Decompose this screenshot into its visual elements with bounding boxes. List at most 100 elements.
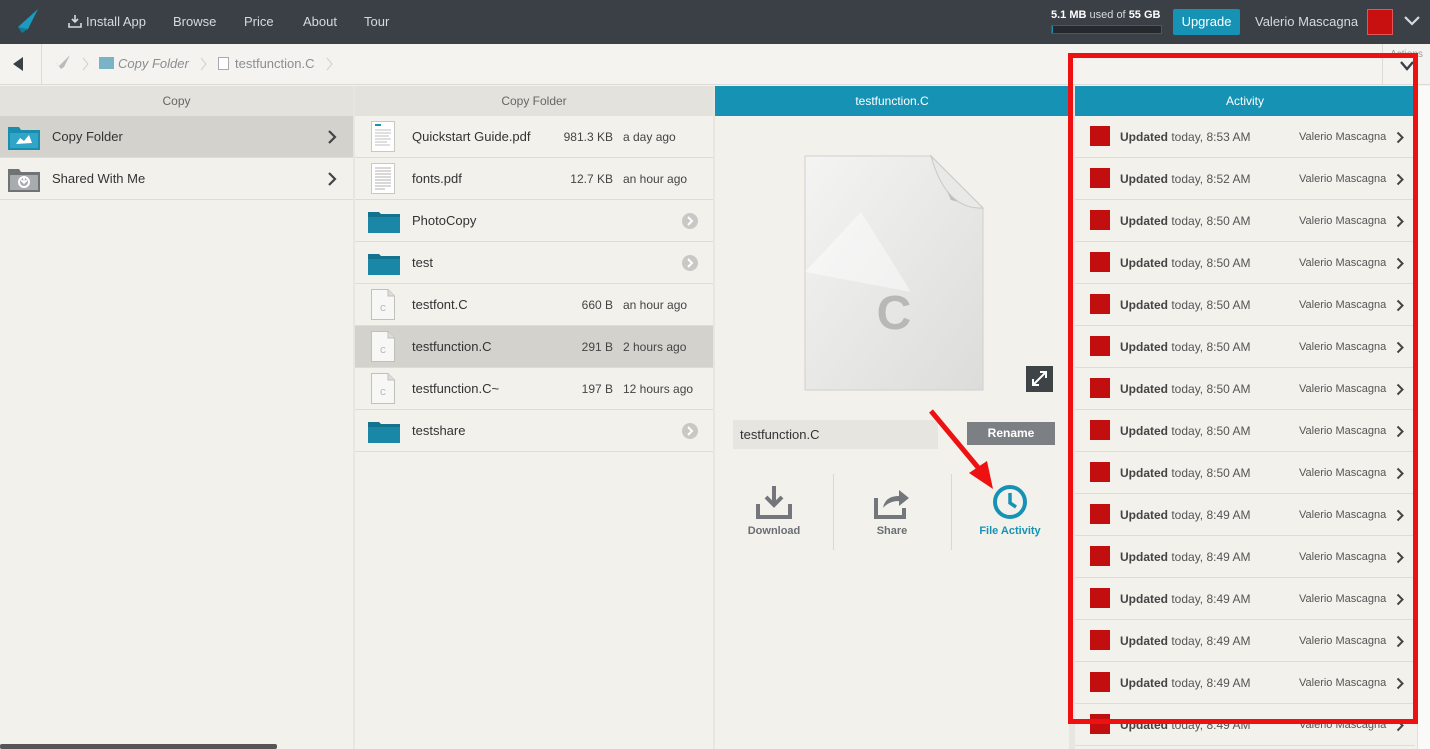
rename-button[interactable]: Rename [967, 422, 1055, 445]
activity-row[interactable]: Updated today, 8:49 AM Valerio Mascagna [1075, 620, 1415, 662]
activity-row[interactable]: Updated today, 8:49 AM Valerio Mascagna [1075, 494, 1415, 536]
file-row[interactable]: C testfont.C 660 B an hour ago [355, 284, 713, 326]
share-button[interactable]: Share [833, 476, 951, 550]
activity-row[interactable]: Updated today, 8:49 AM Valerio Mascagna [1075, 704, 1415, 746]
folder-row[interactable]: PhotoCopy [355, 200, 713, 242]
avatar [1090, 462, 1110, 482]
activity-text: Updated today, 8:49 AM [1120, 578, 1251, 620]
actions-menu-button[interactable]: Actions [1382, 44, 1430, 84]
activity-user: Valerio Mascagna [1299, 257, 1387, 269]
activity-verb: Updated [1120, 634, 1168, 648]
avatar [1090, 504, 1110, 524]
tour-link[interactable]: Tour [364, 0, 389, 44]
activity-verb: Updated [1120, 298, 1168, 312]
clock-icon [993, 485, 1027, 519]
activity-text: Updated today, 8:52 AM [1120, 158, 1251, 200]
copy-folder-list: Quickstart Guide.pdf 981.3 KB a day ago … [355, 116, 713, 452]
chevron-right-icon [1396, 383, 1404, 396]
chevron-right-icon [1396, 341, 1404, 354]
open-folder-arrow-icon[interactable] [682, 423, 698, 439]
folder-row[interactable]: testshare [355, 410, 713, 452]
activity-row[interactable]: Updated today, 8:49 AM Valerio Mascagna [1075, 662, 1415, 704]
column-header-copy-folder: Copy Folder [355, 86, 713, 116]
list-item-label: Copy Folder [52, 129, 123, 144]
file-row[interactable]: Quickstart Guide.pdf 981.3 KB a day ago [355, 116, 713, 158]
activity-row[interactable]: Updated today, 8:50 AM Valerio Mascagna [1075, 326, 1415, 368]
install-app-link[interactable]: Install App [68, 0, 146, 44]
activity-row[interactable]: Updated today, 8:52 AM Valerio Mascagna [1075, 158, 1415, 200]
file-size: 197 B [581, 382, 613, 396]
back-button[interactable] [0, 44, 42, 84]
activity-time: today, 8:49 AM [1171, 676, 1251, 690]
breadcrumb-folder-label: Copy Folder [118, 56, 189, 71]
file-row-selected[interactable]: C testfunction.C 291 B 2 hours ago [355, 326, 713, 368]
breadcrumb-file-label: testfunction.C [235, 56, 315, 71]
chevron-right-icon [1396, 635, 1404, 648]
list-item-shared-with-me[interactable]: Shared With Me [0, 158, 353, 200]
file-row[interactable]: C testfunction.C~ 197 B 12 hours ago [355, 368, 713, 410]
storage-usage: 5.1 MB used of 55 GB [1051, 9, 1163, 34]
crane-logo-icon[interactable] [6, 7, 40, 35]
chevron-down-icon[interactable] [1403, 12, 1421, 30]
avatar [1090, 672, 1110, 692]
storage-total: 55 GB [1128, 9, 1161, 21]
price-link[interactable]: Price [244, 0, 274, 44]
activity-user: Valerio Mascagna [1299, 173, 1387, 185]
activity-time: today, 8:50 AM [1171, 424, 1251, 438]
upgrade-button[interactable]: Upgrade [1173, 9, 1240, 35]
activity-row[interactable]: Updated today, 8:50 AM Valerio Mascagna [1075, 284, 1415, 326]
folder-row[interactable]: test [355, 242, 713, 284]
activity-time: today, 8:52 AM [1171, 172, 1251, 186]
chevron-right-icon [1396, 299, 1404, 312]
activity-time: today, 8:49 AM [1171, 550, 1251, 564]
crane-home-icon[interactable] [53, 54, 71, 72]
activity-verb: Updated [1120, 466, 1168, 480]
open-folder-arrow-icon[interactable] [682, 255, 698, 271]
avatar [1090, 126, 1110, 146]
activity-user: Valerio Mascagna [1299, 719, 1387, 731]
file-activity-button[interactable]: File Activity [951, 476, 1069, 550]
svg-text:C: C [380, 346, 386, 355]
activity-verb: Updated [1120, 676, 1168, 690]
activity-row[interactable]: Updated today, 8:50 AM Valerio Mascagna [1075, 242, 1415, 284]
activity-row[interactable]: Updated today, 8:49 AM Valerio Mascagna [1075, 536, 1415, 578]
about-link[interactable]: About [303, 0, 337, 44]
activity-row[interactable]: Updated today, 8:49 AM Valerio Mascagna [1075, 578, 1415, 620]
horizontal-scrollbar[interactable] [0, 744, 277, 749]
avatar [1090, 168, 1110, 188]
activity-user: Valerio Mascagna [1299, 131, 1387, 143]
activity-verb: Updated [1120, 508, 1168, 522]
activity-row[interactable]: Updated today, 8:50 AM Valerio Mascagna [1075, 368, 1415, 410]
pdf-thumbnail-icon [371, 121, 395, 152]
activity-row[interactable]: Updated today, 8:50 AM Valerio Mascagna [1075, 200, 1415, 242]
breadcrumb-copy-folder[interactable]: Copy Folder [99, 44, 189, 84]
browse-link[interactable]: Browse [173, 0, 216, 44]
file-name-input[interactable] [733, 420, 938, 449]
breadcrumb: Copy Folder testfunction.C Actions [0, 44, 1430, 85]
chevron-right-icon [1396, 467, 1404, 480]
expand-preview-button[interactable] [1026, 366, 1053, 392]
activity-row[interactable]: Updated today, 8:50 AM Valerio Mascagna [1075, 452, 1415, 494]
activity-user: Valerio Mascagna [1299, 677, 1387, 689]
activity-time: today, 8:50 AM [1171, 382, 1251, 396]
storage-progress-fill [1052, 26, 1053, 33]
file-time: 12 hours ago [623, 382, 694, 396]
avatar[interactable] [1367, 9, 1393, 35]
chevron-right-icon [1396, 719, 1404, 732]
share-label: Share [876, 525, 908, 537]
list-item-copy-folder[interactable]: Copy Folder [0, 116, 353, 158]
open-folder-arrow-icon[interactable] [682, 213, 698, 229]
breadcrumb-file[interactable]: testfunction.C [218, 44, 315, 84]
download-button[interactable]: Download [715, 476, 833, 550]
activity-row[interactable]: Updated today, 8:50 AM Valerio Mascagna [1075, 410, 1415, 452]
folder-name: test [412, 255, 433, 270]
file-name: testfunction.C~ [412, 381, 500, 396]
activity-user: Valerio Mascagna [1299, 635, 1387, 647]
user-name[interactable]: Valerio Mascagna [1255, 0, 1358, 44]
activity-user: Valerio Mascagna [1299, 467, 1387, 479]
file-row[interactable]: fonts.pdf 12.7 KB an hour ago [355, 158, 713, 200]
avatar [1090, 420, 1110, 440]
chevron-right-icon [328, 172, 337, 186]
activity-row[interactable]: Updated today, 8:53 AM Valerio Mascagna [1075, 116, 1415, 158]
scrollbar[interactable] [1417, 86, 1430, 749]
